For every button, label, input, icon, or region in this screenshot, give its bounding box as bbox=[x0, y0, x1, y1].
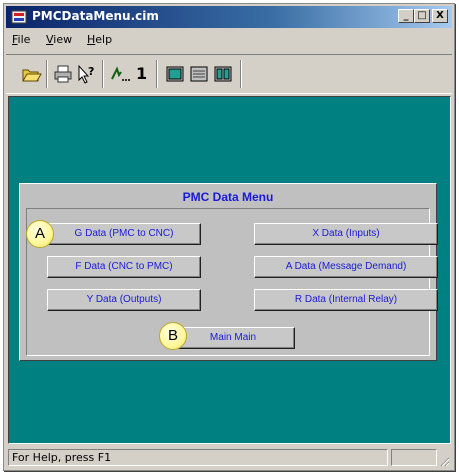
menu-file-label: ile bbox=[17, 33, 31, 46]
context-help-icon[interactable]: ? bbox=[76, 63, 98, 85]
toolbar-counter[interactable]: 1 bbox=[136, 64, 147, 83]
print-icon[interactable] bbox=[52, 63, 74, 85]
step-icon[interactable] bbox=[108, 63, 130, 85]
menu-file[interactable]: File bbox=[12, 33, 30, 46]
status-pane bbox=[391, 449, 437, 466]
app-icon[interactable] bbox=[11, 9, 27, 25]
menu-help[interactable]: Help bbox=[87, 33, 112, 46]
f-data-button[interactable]: F Data (CNC to PMC) bbox=[47, 256, 201, 278]
toolbar-separator bbox=[240, 60, 242, 88]
resize-grip-icon[interactable] bbox=[438, 455, 450, 467]
callout-b: B bbox=[159, 322, 187, 350]
a-data-button[interactable]: A Data (Message Demand) bbox=[254, 256, 438, 278]
r-data-button[interactable]: R Data (Internal Relay) bbox=[254, 289, 438, 311]
main-menu-button[interactable]: Main Main bbox=[171, 327, 295, 349]
toolbar-separator bbox=[46, 60, 48, 88]
menu-help-label: elp bbox=[95, 33, 113, 46]
callout-a: A bbox=[26, 220, 54, 248]
x-data-button[interactable]: X Data (Inputs) bbox=[254, 223, 438, 245]
client-area: PMC Data Menu G Data (PMC to CNC) X Data… bbox=[8, 96, 451, 444]
svg-text:?: ? bbox=[88, 65, 94, 78]
open-icon[interactable] bbox=[20, 63, 42, 85]
app-window: PMCDataMenu.cim _ □ X File View Help ? 1 bbox=[3, 3, 455, 471]
toolbar-separator bbox=[156, 60, 158, 88]
panel-button-group: G Data (PMC to CNC) X Data (Inputs) F Da… bbox=[26, 208, 438, 356]
view-2-icon[interactable] bbox=[188, 63, 210, 85]
pmc-data-menu-panel: PMC Data Menu G Data (PMC to CNC) X Data… bbox=[19, 183, 438, 361]
status-bar: For Help, press F1 bbox=[6, 446, 452, 468]
menu-bar: File View Help bbox=[6, 30, 452, 50]
view-3-icon[interactable] bbox=[212, 63, 234, 85]
toolbar-separator bbox=[102, 60, 104, 88]
panel-title: PMC Data Menu bbox=[182, 190, 274, 204]
maximize-button[interactable]: □ bbox=[414, 9, 430, 23]
menu-view[interactable]: View bbox=[46, 33, 72, 46]
toolbar: ? 1 bbox=[6, 54, 452, 94]
view-1-icon[interactable] bbox=[164, 63, 186, 85]
status-text: For Help, press F1 bbox=[8, 449, 388, 466]
close-button[interactable]: X bbox=[432, 9, 448, 23]
y-data-button[interactable]: Y Data (Outputs) bbox=[47, 289, 201, 311]
menu-view-label: iew bbox=[53, 33, 73, 46]
window-title: PMCDataMenu.cim bbox=[32, 9, 159, 23]
g-data-button[interactable]: G Data (PMC to CNC) bbox=[47, 223, 201, 245]
minimize-button[interactable]: _ bbox=[398, 9, 414, 23]
title-bar[interactable]: PMCDataMenu.cim _ □ X bbox=[6, 6, 452, 28]
